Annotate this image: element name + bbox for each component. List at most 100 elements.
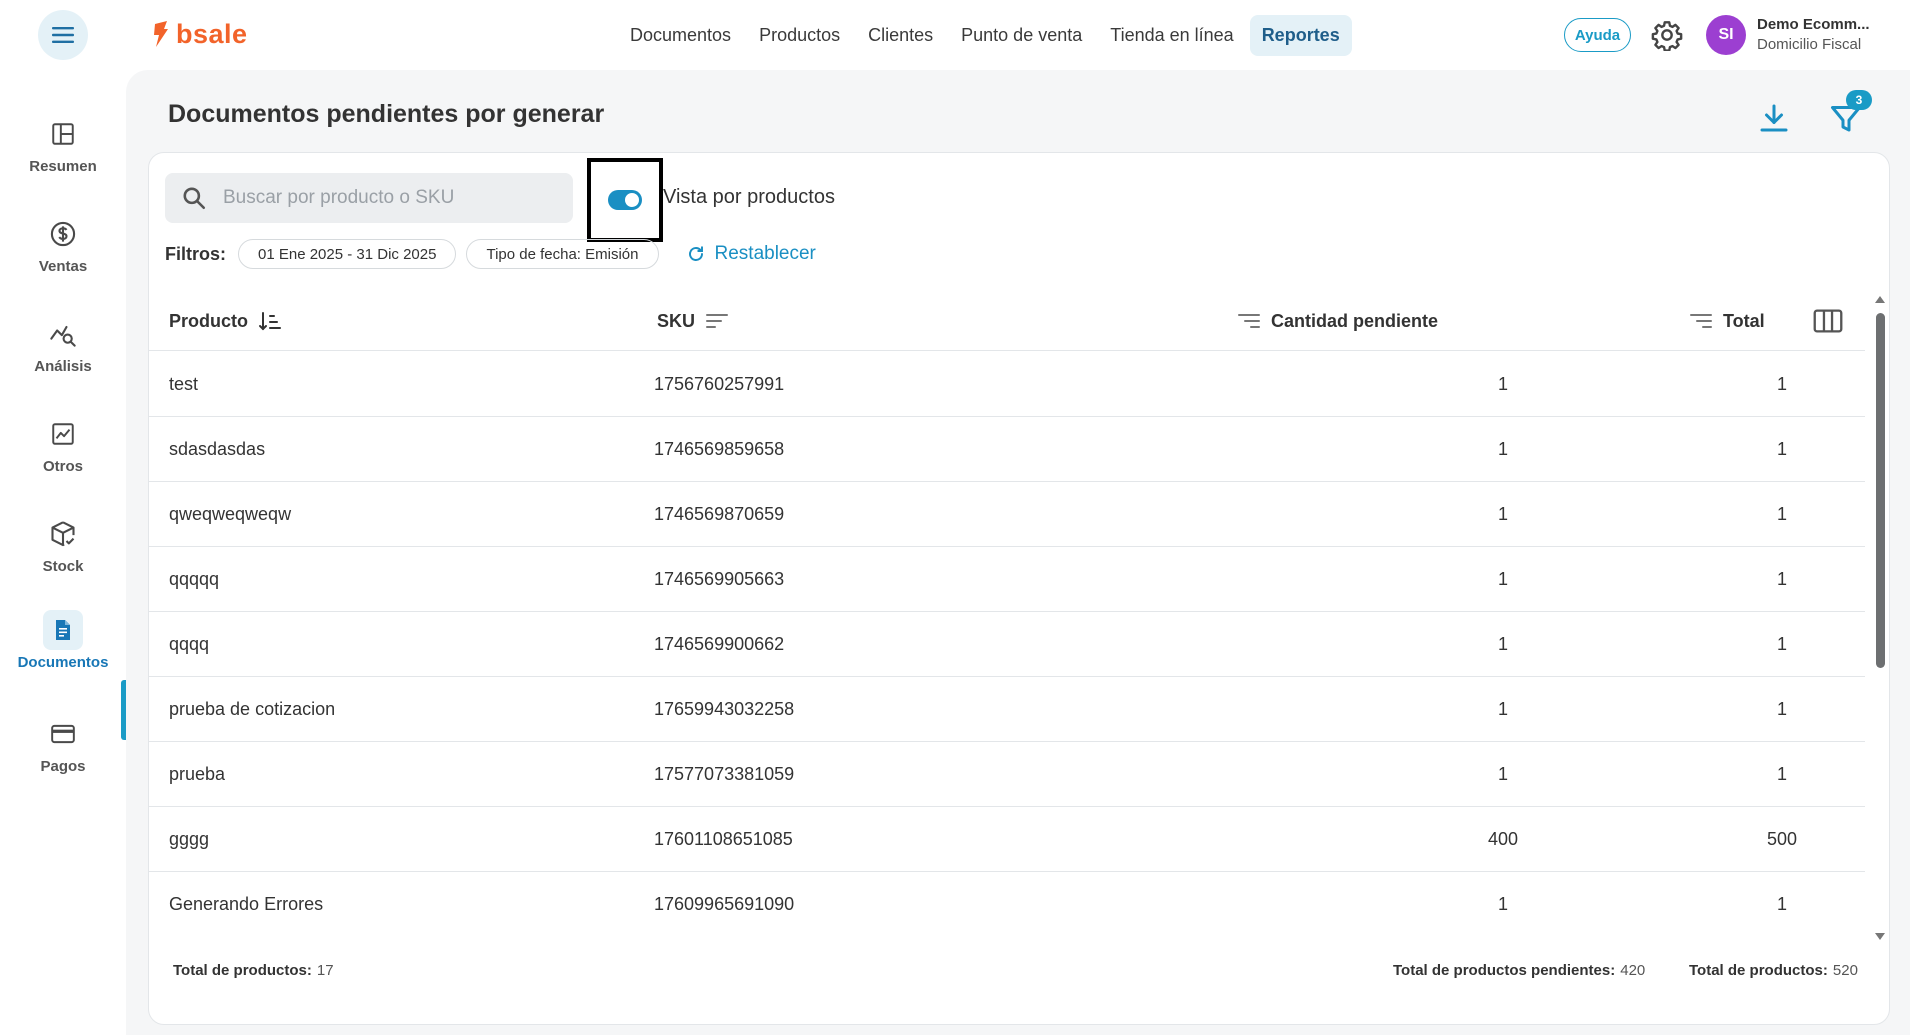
- footer-total-productos: Total de productos: 17: [173, 961, 334, 979]
- account-subtitle: Domicilio Fiscal: [1757, 36, 1862, 53]
- table-row[interactable]: prueba de cotizacion 17659943032258 1 1: [149, 677, 1865, 742]
- table-scrollbar[interactable]: [1873, 293, 1887, 943]
- document-icon: [56, 620, 70, 640]
- table-row[interactable]: test 1756760257991 1 1: [149, 352, 1865, 417]
- layout-icon: [52, 123, 74, 145]
- cell-sku: 1746569870659: [654, 504, 785, 524]
- gear-icon[interactable]: [1651, 19, 1683, 51]
- cell-total: 1: [1776, 699, 1787, 719]
- vista-por-productos-toggle[interactable]: [608, 190, 642, 210]
- sidebar-item-documentos[interactable]: Documentos: [0, 610, 126, 690]
- scroll-up-arrow[interactable]: [1875, 296, 1885, 303]
- bsale-logo-icon: [154, 21, 168, 47]
- sort-lines-icon: [1690, 314, 1712, 328]
- sidebar-item-resumen[interactable]: Resumen: [0, 114, 126, 194]
- sidebar-item-stock[interactable]: Stock: [0, 514, 126, 594]
- scroll-down-arrow[interactable]: [1875, 933, 1885, 940]
- refresh-icon: [688, 246, 703, 261]
- filters-label: Filtros:: [165, 243, 226, 264]
- sidebar-item-otros[interactable]: Otros: [0, 414, 126, 494]
- sidebar-item-label: Stock: [42, 558, 84, 575]
- table-row[interactable]: qweqweqweqw 1746569870659 1 1: [149, 482, 1865, 547]
- table-row[interactable]: Generando Errores 17609965691090 1 1: [149, 872, 1865, 922]
- bsale-logo[interactable]: bsale: [152, 18, 248, 50]
- cell-total: 1: [1776, 764, 1787, 784]
- sidebar: Resumen Ventas Análisis Otros Stock Docu…: [0, 70, 126, 1035]
- cell-producto: qqqqq: [169, 569, 220, 589]
- cell-producto: prueba de cotizacion: [169, 699, 336, 719]
- table-row[interactable]: qqqq 1746569900662 1 1: [149, 612, 1865, 677]
- sidebar-item-pagos[interactable]: Pagos: [0, 714, 126, 794]
- report-card: Vista por productos Filtros: 01 Ene 2025…: [148, 152, 1890, 1025]
- cell-total: 1: [1776, 504, 1787, 524]
- cell-producto: gggg: [169, 829, 210, 849]
- nav-productos[interactable]: Productos: [747, 15, 852, 56]
- trend-chart-icon: [52, 423, 74, 445]
- cell-total: 1: [1776, 439, 1787, 459]
- nav-punto-de-venta[interactable]: Punto de venta: [949, 15, 1094, 56]
- nav-reportes[interactable]: Reportes: [1249, 14, 1352, 56]
- sort-lines-icon: [706, 314, 729, 328]
- cell-producto: sdasdasdas: [169, 439, 266, 459]
- footer-total-pendientes: Total de productos pendientes: 420: [1393, 961, 1646, 979]
- filter-chip-date-type[interactable]: Tipo de fecha: Emisión: [466, 239, 659, 269]
- table-row[interactable]: qqqqq 1746569905663 1 1: [149, 547, 1865, 612]
- cell-sku: 1746569859658: [654, 439, 785, 459]
- footer-total: Total de productos: 520: [1689, 961, 1858, 979]
- cell-total: 500: [1766, 829, 1798, 849]
- table-row[interactable]: sdasdasdas 1746569859658 1 1: [149, 417, 1865, 482]
- sidebar-item-label: Resumen: [29, 158, 97, 175]
- cell-cantidad: 400: [1487, 829, 1519, 849]
- search-input[interactable]: [223, 187, 563, 209]
- sort-ascending-icon: [259, 312, 281, 331]
- sidebar-item-ventas[interactable]: Ventas: [0, 214, 126, 294]
- sidebar-item-label: Ventas: [38, 258, 88, 275]
- avatar[interactable]: SI: [1706, 15, 1746, 55]
- filter-count-badge: 3: [1846, 90, 1872, 110]
- account-name: Demo Ecomm...: [1757, 16, 1870, 33]
- table-row[interactable]: prueba 17577073381059 1 1: [149, 742, 1865, 807]
- reset-filters-button[interactable]: Restablecer: [687, 243, 816, 265]
- column-header-sku[interactable]: SKU: [657, 291, 729, 351]
- download-icon[interactable]: [1756, 100, 1792, 136]
- nav-documentos[interactable]: Documentos: [618, 15, 743, 56]
- cell-cantidad: 1: [1497, 439, 1508, 459]
- main-nav: Documentos Productos Clientes Punto de v…: [618, 14, 1352, 56]
- account-info[interactable]: Demo Ecomm... Domicilio Fiscal: [1757, 16, 1897, 53]
- hamburger-menu-button[interactable]: [38, 10, 88, 60]
- top-bar: bsale Documentos Productos Clientes Punt…: [0, 0, 1910, 70]
- table-row[interactable]: gggg 17601108651085 400 500: [149, 807, 1865, 872]
- column-header-producto[interactable]: Producto: [169, 291, 282, 351]
- scroll-thumb[interactable]: [1876, 313, 1885, 668]
- nav-clientes[interactable]: Clientes: [856, 15, 945, 56]
- help-button[interactable]: Ayuda: [1564, 18, 1631, 52]
- toggle-highlight-frame: [587, 158, 663, 242]
- chart-search-icon: [50, 325, 76, 347]
- cell-sku: 1756760257991: [654, 374, 785, 394]
- sidebar-item-analisis[interactable]: Análisis: [0, 314, 126, 394]
- nav-tienda-en-linea[interactable]: Tienda en línea: [1098, 15, 1245, 56]
- column-header-total[interactable]: Total: [1689, 291, 1765, 351]
- search-box[interactable]: [165, 173, 573, 223]
- cell-cantidad: 1: [1497, 699, 1508, 719]
- sidebar-item-label: Análisis: [34, 358, 92, 375]
- cell-cantidad: 1: [1497, 894, 1508, 914]
- cell-sku: 17609965691090: [654, 894, 795, 914]
- toggle-label: Vista por productos: [663, 186, 835, 208]
- cell-cantidad: 1: [1497, 569, 1508, 589]
- dollar-circle-icon: [50, 221, 76, 247]
- box-check-icon: [51, 521, 75, 547]
- sidebar-item-label: Otros: [42, 458, 83, 475]
- sidebar-item-label: Pagos: [40, 758, 86, 775]
- main-panel: Documentos pendientes por generar 3 Vist…: [126, 70, 1910, 1035]
- cell-sku: 1746569905663: [654, 569, 785, 589]
- filter-chip-date-range[interactable]: 01 Ene 2025 - 31 Dic 2025: [238, 239, 457, 269]
- sort-lines-icon: [1238, 314, 1260, 328]
- column-header-cantidad[interactable]: Cantidad pendiente: [1237, 291, 1438, 351]
- columns-icon[interactable]: [1813, 307, 1843, 335]
- search-icon: [183, 187, 206, 210]
- cell-producto: Generando Errores: [169, 894, 324, 914]
- credit-card-icon: [51, 724, 75, 744]
- hamburger-icon: [52, 27, 74, 43]
- cell-total: 1: [1776, 569, 1787, 589]
